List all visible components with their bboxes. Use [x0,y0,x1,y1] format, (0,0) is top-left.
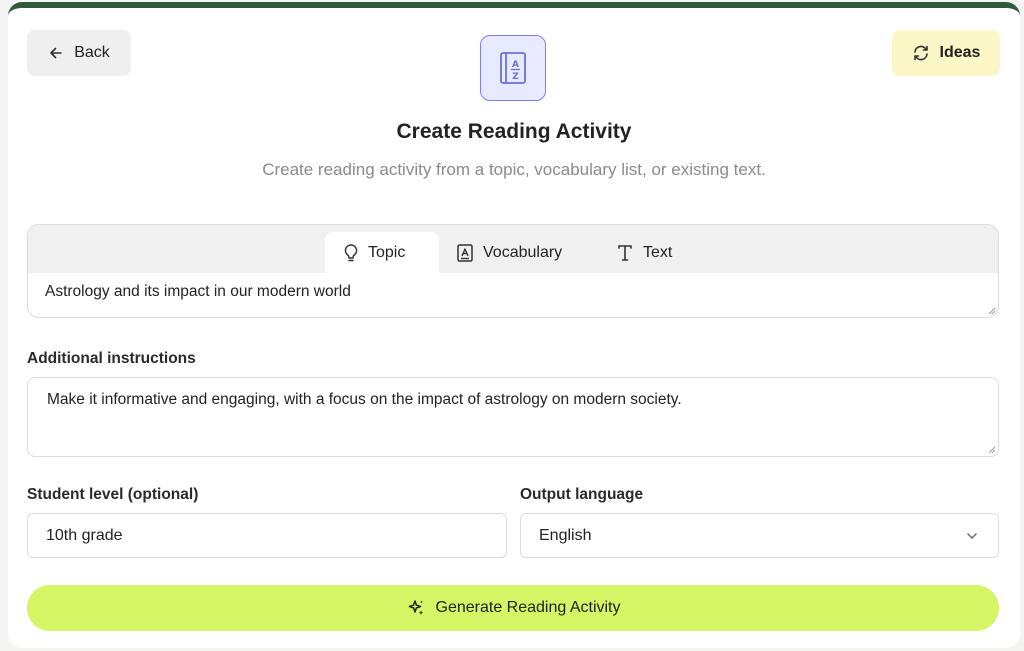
svg-text:Z: Z [512,72,519,82]
text-t-icon [618,244,632,261]
tab-topic[interactable]: Topic [325,232,439,273]
generate-label: Generate Reading Activity [435,599,621,616]
ideas-label: Ideas [939,44,981,61]
activity-card: Back A Z Ideas Create Reading Activity C… [8,2,1020,648]
output-language-select[interactable]: English [520,513,999,558]
tab-text-label: Text [643,243,673,261]
instructions-label: Additional instructions [27,350,196,367]
arrow-left-icon [50,47,63,59]
topic-input[interactable]: Astrology and its impact in our modern w… [45,283,351,301]
ideas-button[interactable]: Ideas [892,30,1000,76]
resize-handle-icon[interactable] [986,444,996,454]
sparkles-icon [408,600,423,615]
back-label: Back [74,44,110,61]
refresh-icon [913,45,928,61]
back-button[interactable]: Back [27,30,131,76]
vocabulary-book-icon [457,243,473,262]
tab-vocabulary-label: Vocabulary [483,243,563,261]
az-book-icon: A Z [480,35,546,101]
instructions-textarea[interactable]: Make it informative and engaging, with a… [27,377,999,457]
page-subtitle: Create reading activity from a topic, vo… [262,160,766,179]
source-input-panel: Topic Vocabulary Text Astrology and its … [27,224,999,318]
tab-vocabulary[interactable]: Vocabulary [438,232,580,273]
lightbulb-icon [344,243,358,261]
tab-text[interactable]: Text [598,232,690,273]
output-language-value: English [539,526,592,544]
svg-text:A: A [512,60,519,70]
instructions-value: Make it informative and engaging, with a… [47,391,682,408]
student-level-input[interactable]: 10th grade [27,513,507,558]
resize-handle-icon[interactable] [986,305,996,315]
chevron-down-icon [967,533,977,539]
source-tab-strip: Topic Vocabulary Text [28,225,998,273]
page-title: Create Reading Activity [396,120,632,143]
tab-topic-label: Topic [368,243,406,261]
output-language-label: Output language [520,486,644,503]
student-level-label: Student level (optional) [27,486,199,503]
generate-button[interactable]: Generate Reading Activity [27,585,999,631]
student-level-value: 10th grade [46,526,123,544]
